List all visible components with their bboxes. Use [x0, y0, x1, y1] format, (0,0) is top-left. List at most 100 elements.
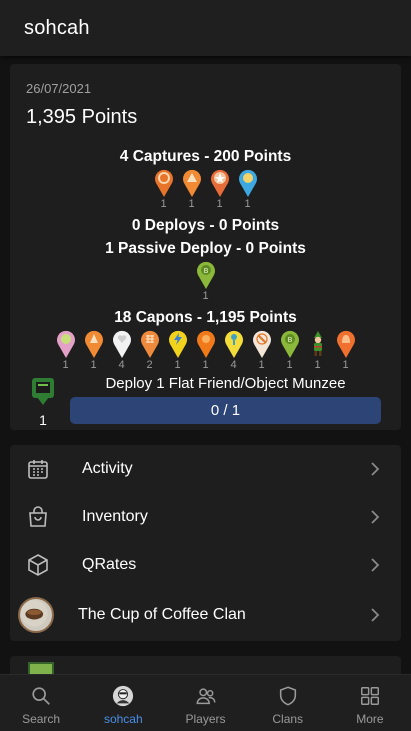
orange-basket-munzee-icon: [140, 330, 159, 358]
menu-label-inventory: Inventory: [82, 508, 148, 525]
nav-label-search: Search: [22, 712, 61, 726]
capture-count: 1: [216, 198, 223, 210]
nav-players[interactable]: Players: [164, 675, 246, 731]
capon-item[interactable]: 1: [166, 329, 190, 372]
summary-total-points: 1,395 Points: [26, 106, 138, 128]
capon-item[interactable]: 1: [334, 329, 358, 372]
summary-date: 26/07/2021: [26, 81, 92, 96]
orange-flower-munzee-icon: [196, 330, 215, 358]
nav-profile[interactable]: sohcah: [82, 675, 164, 731]
menu-item-inventory[interactable]: Inventory: [10, 493, 401, 541]
menu-item-activity[interactable]: Activity: [10, 445, 401, 493]
capon-count: 1: [286, 359, 293, 371]
capture-item[interactable]: 1: [236, 168, 260, 211]
profile-menu-card: Activity Inventory QRates The Cup of Cof…: [10, 445, 401, 641]
capon-count: 4: [118, 359, 125, 371]
nav-label-clans: Clans: [272, 712, 304, 726]
coffee-cup-logo-icon: [20, 599, 48, 627]
goal-count: 1: [39, 412, 47, 428]
capon-count: 1: [314, 359, 321, 371]
user-avatar-icon: [113, 685, 134, 707]
chevron-right-icon: [371, 608, 380, 622]
capon-item[interactable]: B 1: [278, 329, 302, 372]
svg-text:B: B: [203, 267, 208, 275]
nav-label-more: More: [356, 712, 384, 726]
capture-count: 1: [160, 198, 167, 210]
passive-deploy-count: 1: [202, 290, 209, 302]
capon-count: 1: [90, 359, 97, 371]
grid-icon: [360, 687, 379, 705]
nav-search[interactable]: Search: [0, 675, 82, 731]
chevron-right-icon: [371, 510, 380, 524]
calendar-icon: [28, 460, 48, 479]
green-b-munzee-icon: B: [280, 330, 299, 358]
chevron-right-icon: [371, 462, 380, 476]
green-munzee-icon: B: [196, 261, 215, 289]
capon-item[interactable]: 4: [110, 329, 134, 372]
header-title: sohcah: [24, 16, 90, 39]
orange-bell-munzee-icon: [336, 330, 355, 358]
captures-row: 1 1 1 1: [10, 168, 401, 211]
capon-item[interactable]: 1: [250, 329, 274, 372]
passive-deploys-row: B 1: [10, 260, 401, 303]
menu-label-activity: Activity: [82, 460, 133, 477]
passive-deploys-title: 1 Passive Deploy - 0 Points: [105, 240, 306, 257]
capon-count: 1: [174, 359, 181, 371]
app-header: sohcah: [0, 0, 411, 56]
goal-progress-bar: 0 / 1: [70, 397, 381, 424]
deploy-goal[interactable]: 1 Deploy 1 Flat Friend/Object Munzee 0 /…: [10, 372, 401, 430]
capon-item[interactable]: 4: [222, 329, 246, 372]
goal-label: Deploy 1 Flat Friend/Object Munzee: [105, 375, 346, 392]
nav-clans[interactable]: Clans: [247, 675, 329, 731]
cube-icon: [28, 554, 48, 576]
clan-avatar: [18, 597, 54, 633]
capon-count: 1: [258, 359, 265, 371]
day-summary-card: 26/07/2021 1,395 Points 4 Captures - 200…: [10, 64, 401, 430]
orange-tent-munzee-icon: [182, 169, 201, 197]
passive-deploy-item[interactable]: B 1: [194, 260, 218, 303]
capon-item[interactable]: 1: [54, 329, 78, 372]
blue-munzee-icon: [238, 169, 257, 197]
green-elf-icon: [313, 331, 322, 356]
shield-icon: [279, 686, 296, 706]
capon-item[interactable]: 1: [82, 329, 106, 372]
white-heart-munzee-icon: [112, 330, 131, 358]
orange-star-munzee-icon: [210, 169, 229, 197]
menu-label-qrates: QRates: [82, 556, 137, 573]
search-icon: [32, 687, 50, 705]
menu-item-clan[interactable]: The Cup of Coffee Clan: [10, 591, 401, 639]
capture-item[interactable]: 1: [180, 168, 204, 211]
capon-count: 2: [146, 359, 153, 371]
pink-munzee-icon: [56, 330, 75, 358]
deploys-title: 0 Deploys - 0 Points: [131, 217, 280, 234]
capon-count: 1: [202, 359, 209, 371]
bottom-navigation: Search sohcah Players Clans More: [0, 674, 411, 731]
capture-item[interactable]: 1: [208, 168, 232, 211]
capon-item[interactable]: 2: [138, 329, 162, 372]
capture-count: 1: [188, 198, 195, 210]
captures-title: 4 Captures - 200 Points: [119, 148, 292, 165]
menu-label-clan: The Cup of Coffee Clan: [78, 606, 246, 623]
capons-title: 18 Capons - 1,195 Points: [114, 309, 297, 326]
capon-count: 1: [62, 359, 69, 371]
capon-count: 1: [342, 359, 349, 371]
capons-row: 1 1 4 2 1 1 4 1 B 1 1 1: [10, 329, 401, 372]
white-tool-munzee-icon: [252, 330, 271, 358]
chevron-right-icon: [371, 558, 380, 572]
capture-item[interactable]: 1: [152, 168, 176, 211]
capon-item[interactable]: 1: [306, 329, 330, 372]
orange-munzee-icon: [84, 330, 103, 358]
orange-ring-munzee-icon: [154, 169, 173, 197]
capture-count: 1: [244, 198, 251, 210]
nav-more[interactable]: More: [329, 675, 411, 731]
flat-friend-munzee-icon: [32, 378, 54, 405]
players-icon: [196, 688, 215, 705]
capon-count: 4: [230, 359, 237, 371]
menu-item-qrates[interactable]: QRates: [10, 541, 401, 589]
yellow-key-munzee-icon: [224, 330, 243, 358]
yellow-bolt-munzee-icon: [168, 330, 187, 358]
svg-text:B: B: [287, 336, 292, 344]
nav-label-profile: sohcah: [103, 712, 143, 726]
capon-item[interactable]: 1: [194, 329, 218, 372]
nav-label-players: Players: [185, 712, 226, 726]
